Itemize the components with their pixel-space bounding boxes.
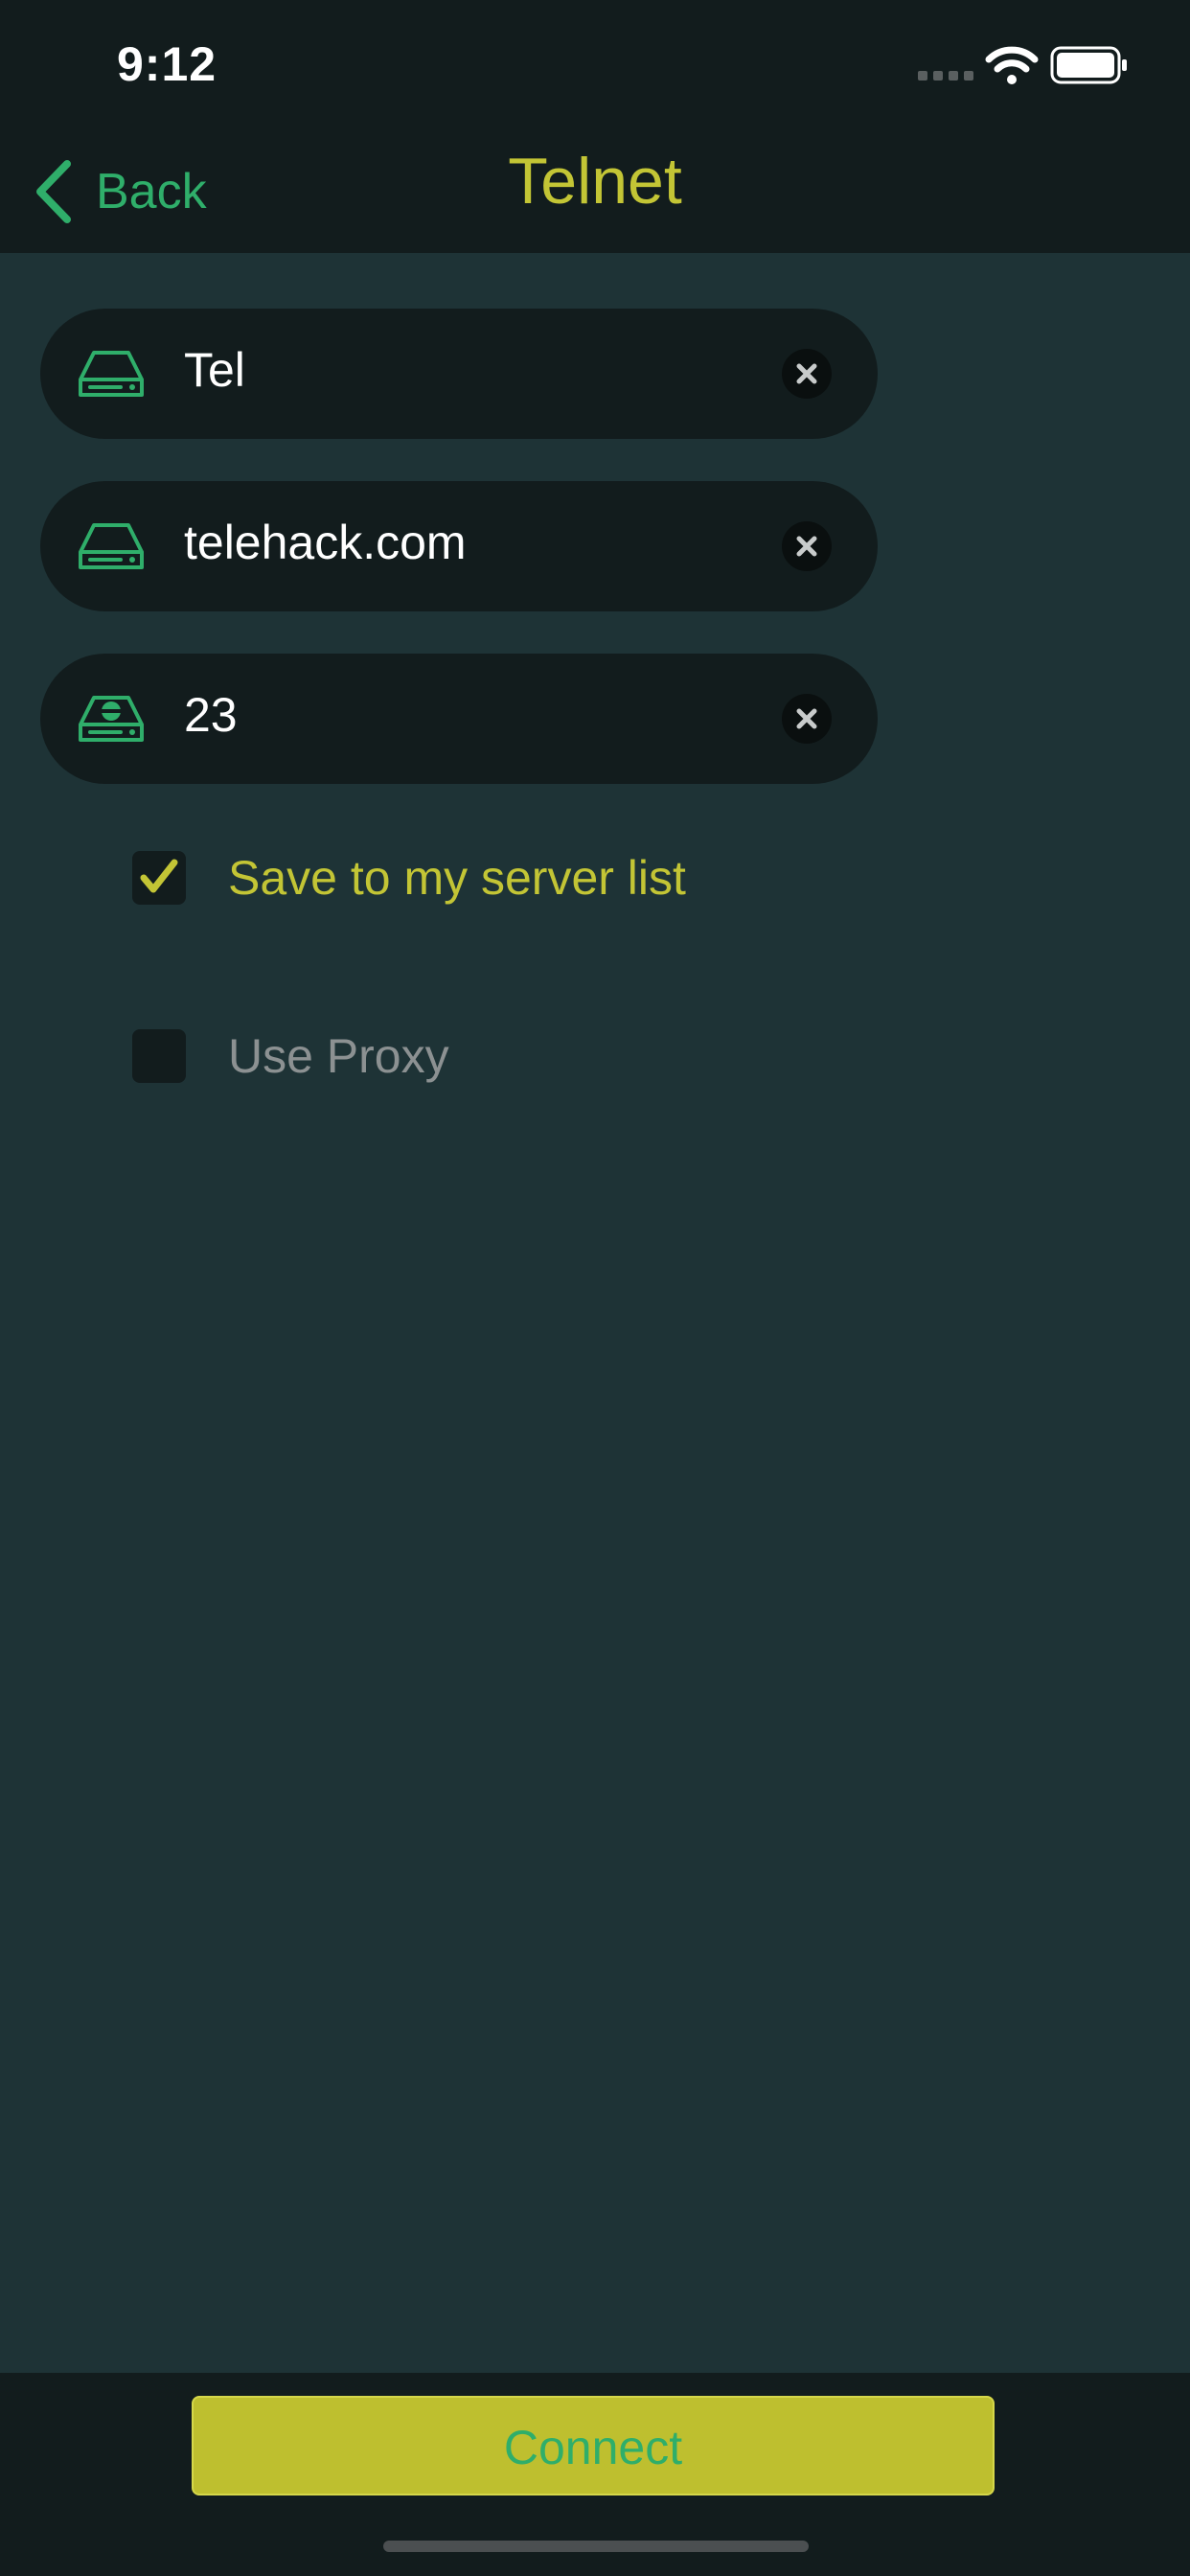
battery-icon — [1050, 46, 1127, 84]
port-field[interactable] — [40, 654, 878, 784]
clear-button[interactable] — [782, 521, 832, 571]
proxy-label: Use Proxy — [228, 1029, 449, 1083]
connect-button[interactable]: Connect — [192, 2396, 995, 2496]
save-checkbox[interactable] — [132, 851, 186, 905]
server-name-input[interactable] — [182, 341, 780, 399]
close-icon — [796, 536, 817, 557]
clear-button[interactable] — [782, 694, 832, 744]
proxy-checkbox[interactable] — [132, 1029, 186, 1083]
save-label: Save to my server list — [228, 851, 686, 905]
clear-button[interactable] — [782, 349, 832, 399]
checkmark-icon — [140, 859, 178, 893]
home-indicator — [383, 2541, 809, 2552]
server-port-icon — [79, 696, 144, 742]
host-field[interactable] — [40, 481, 878, 611]
signal-dots-icon — [918, 71, 973, 80]
server-drive-icon — [79, 351, 144, 397]
server-name-field[interactable] — [40, 309, 878, 439]
save-to-server-list-option[interactable]: Save to my server list — [132, 849, 686, 907]
close-icon — [796, 363, 817, 384]
server-drive-icon — [79, 523, 144, 569]
status-time: 9:12 — [117, 37, 217, 91]
close-icon — [796, 708, 817, 729]
page-title: Telnet — [508, 145, 682, 218]
host-input[interactable] — [182, 514, 780, 571]
wifi-icon — [985, 46, 1039, 84]
use-proxy-option[interactable]: Use Proxy — [132, 1027, 449, 1085]
port-input[interactable] — [182, 686, 780, 744]
